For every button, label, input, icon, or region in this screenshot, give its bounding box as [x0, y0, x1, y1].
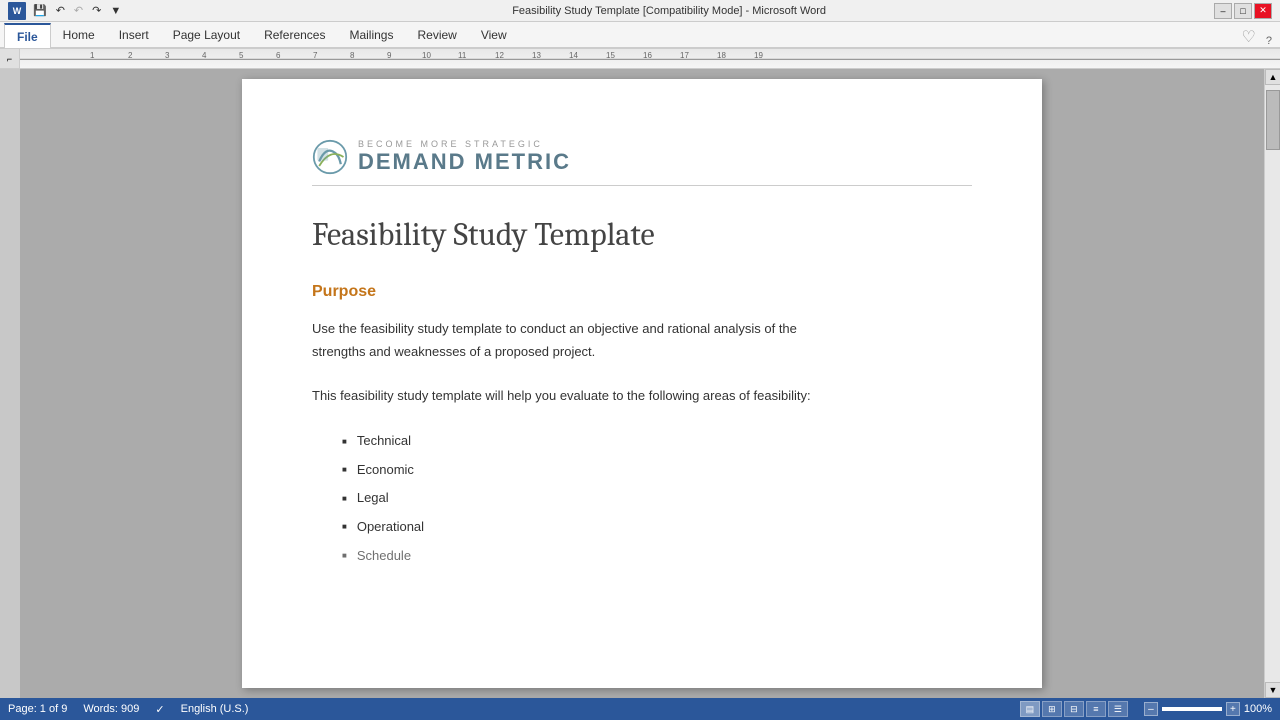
- close-button[interactable]: ✕: [1254, 3, 1272, 19]
- redo-button[interactable]: ↷: [89, 3, 104, 18]
- view-web-btn[interactable]: ⊟: [1064, 701, 1084, 717]
- zoom-level[interactable]: 100%: [1244, 703, 1272, 715]
- undo-disabled: ↶: [71, 3, 86, 18]
- svg-text:9: 9: [387, 51, 392, 60]
- view-buttons: ▤ ⊞ ⊟ ≡ ☰: [1020, 701, 1128, 717]
- logo-text: Become More Strategic Demand Metric: [358, 139, 571, 175]
- save-button[interactable]: 💾: [30, 3, 50, 18]
- view-fullscreen-btn[interactable]: ⊞: [1042, 701, 1062, 717]
- spelling-icon[interactable]: ✓: [155, 703, 164, 716]
- logo-tagline: Become More Strategic: [358, 139, 571, 149]
- scrollbar-thumb[interactable]: [1266, 90, 1280, 150]
- main-area: Become More Strategic Demand Metric Feas…: [0, 69, 1280, 698]
- tab-review[interactable]: Review: [405, 22, 468, 47]
- list-item-schedule: Schedule: [342, 542, 972, 571]
- view-draft-btn[interactable]: ☰: [1108, 701, 1128, 717]
- svg-text:10: 10: [422, 51, 431, 60]
- svg-text:2: 2: [128, 51, 133, 60]
- ribbon-heart-icon[interactable]: ♡: [1236, 27, 1262, 47]
- demand-metric-logo-icon: [312, 139, 348, 175]
- svg-text:11: 11: [458, 51, 467, 60]
- word-count: Words: 909: [83, 703, 139, 715]
- tab-view[interactable]: View: [469, 22, 519, 47]
- list-item-economic: Economic: [342, 456, 972, 485]
- zoom-slider[interactable]: [1162, 707, 1222, 711]
- status-bar: Page: 1 of 9 Words: 909 ✓ English (U.S.)…: [0, 698, 1280, 720]
- title-bar: W 💾 ↶ ↶ ↷ ▼ Feasibility Study Template […: [0, 0, 1280, 22]
- word-icon: W: [8, 2, 26, 20]
- scrollbar-up-btn[interactable]: ▲: [1265, 69, 1280, 85]
- logo-area: Become More Strategic Demand Metric: [312, 139, 972, 186]
- svg-text:8: 8: [350, 51, 355, 60]
- page-indicator: Page: 1 of 9: [8, 703, 67, 715]
- tab-mailings[interactable]: Mailings: [337, 22, 405, 47]
- tab-page-layout[interactable]: Page Layout: [161, 22, 252, 47]
- vertical-scrollbar[interactable]: ▲ ▼: [1264, 69, 1280, 698]
- body-text-2: This feasibility study template will hel…: [312, 384, 972, 407]
- tab-home[interactable]: Home: [51, 22, 107, 47]
- feasibility-areas-list: Technical Economic Legal Operational Sch…: [342, 427, 972, 570]
- svg-text:3: 3: [165, 51, 170, 60]
- quick-access-dropdown[interactable]: ▼: [107, 4, 124, 18]
- status-left: Page: 1 of 9 Words: 909 ✓ English (U.S.): [8, 703, 248, 716]
- document-title: Feasibility Study Template: [312, 216, 972, 253]
- quick-access-toolbar: 💾 ↶ ↶ ↷ ▼: [30, 3, 124, 18]
- svg-text:7: 7: [313, 51, 318, 60]
- tab-insert[interactable]: Insert: [107, 22, 161, 47]
- zoom-slider-fill: [1162, 707, 1222, 711]
- left-margin-ruler: [0, 69, 20, 698]
- svg-text:12: 12: [495, 51, 504, 60]
- list-item-technical: Technical: [342, 427, 972, 456]
- zoom-out-btn[interactable]: –: [1144, 702, 1158, 716]
- zoom-in-btn[interactable]: +: [1226, 702, 1240, 716]
- body-text-1: Use the feasibility study template to co…: [312, 317, 972, 364]
- document-page: Become More Strategic Demand Metric Feas…: [242, 79, 1042, 688]
- logo-name: Demand Metric: [358, 149, 571, 175]
- ruler-track: 1 2 3 4 5 6 7 8 9 10 11 12 13 14 15 16 1…: [20, 49, 1280, 68]
- svg-text:17: 17: [680, 51, 689, 60]
- title-bar-title: Feasibility Study Template [Compatibilit…: [124, 5, 1214, 17]
- list-item-operational: Operational: [342, 513, 972, 542]
- tab-file[interactable]: File: [4, 23, 51, 48]
- svg-text:4: 4: [202, 51, 207, 60]
- maximize-button[interactable]: □: [1234, 3, 1252, 19]
- svg-text:13: 13: [532, 51, 541, 60]
- window-controls: – □ ✕: [1214, 3, 1272, 19]
- svg-text:18: 18: [717, 51, 726, 60]
- view-outline-btn[interactable]: ≡: [1086, 701, 1106, 717]
- ribbon-tabs: File Home Insert Page Layout References …: [0, 22, 1280, 48]
- svg-text:6: 6: [276, 51, 281, 60]
- undo-button[interactable]: ↶: [53, 3, 68, 18]
- title-bar-left: W 💾 ↶ ↶ ↷ ▼: [8, 2, 124, 20]
- view-print-btn[interactable]: ▤: [1020, 701, 1040, 717]
- ruler: ⌐ 1 2 3 4 5 6 7 8 9 10 11 12 13 14 15 16…: [0, 49, 1280, 69]
- svg-text:19: 19: [754, 51, 763, 60]
- svg-text:15: 15: [606, 51, 615, 60]
- svg-text:16: 16: [643, 51, 652, 60]
- document-area[interactable]: Become More Strategic Demand Metric Feas…: [20, 69, 1264, 698]
- minimize-button[interactable]: –: [1214, 3, 1232, 19]
- svg-text:1: 1: [90, 51, 95, 60]
- scrollbar-down-btn[interactable]: ▼: [1265, 682, 1280, 698]
- svg-text:5: 5: [239, 51, 244, 60]
- ruler-indent-btn[interactable]: ⌐: [0, 49, 20, 69]
- svg-text:14: 14: [569, 51, 578, 60]
- zoom-controls: – + 100%: [1144, 702, 1272, 716]
- status-right: ▤ ⊞ ⊟ ≡ ☰ – + 100%: [1020, 701, 1272, 717]
- language-indicator[interactable]: English (U.S.): [181, 703, 249, 715]
- tab-references[interactable]: References: [252, 22, 337, 47]
- list-item-legal: Legal: [342, 484, 972, 513]
- ribbon: File Home Insert Page Layout References …: [0, 22, 1280, 49]
- scrollbar-track[interactable]: [1265, 85, 1280, 682]
- ribbon-help-icon[interactable]: ?: [1262, 35, 1276, 47]
- section-heading-purpose: Purpose: [312, 283, 972, 301]
